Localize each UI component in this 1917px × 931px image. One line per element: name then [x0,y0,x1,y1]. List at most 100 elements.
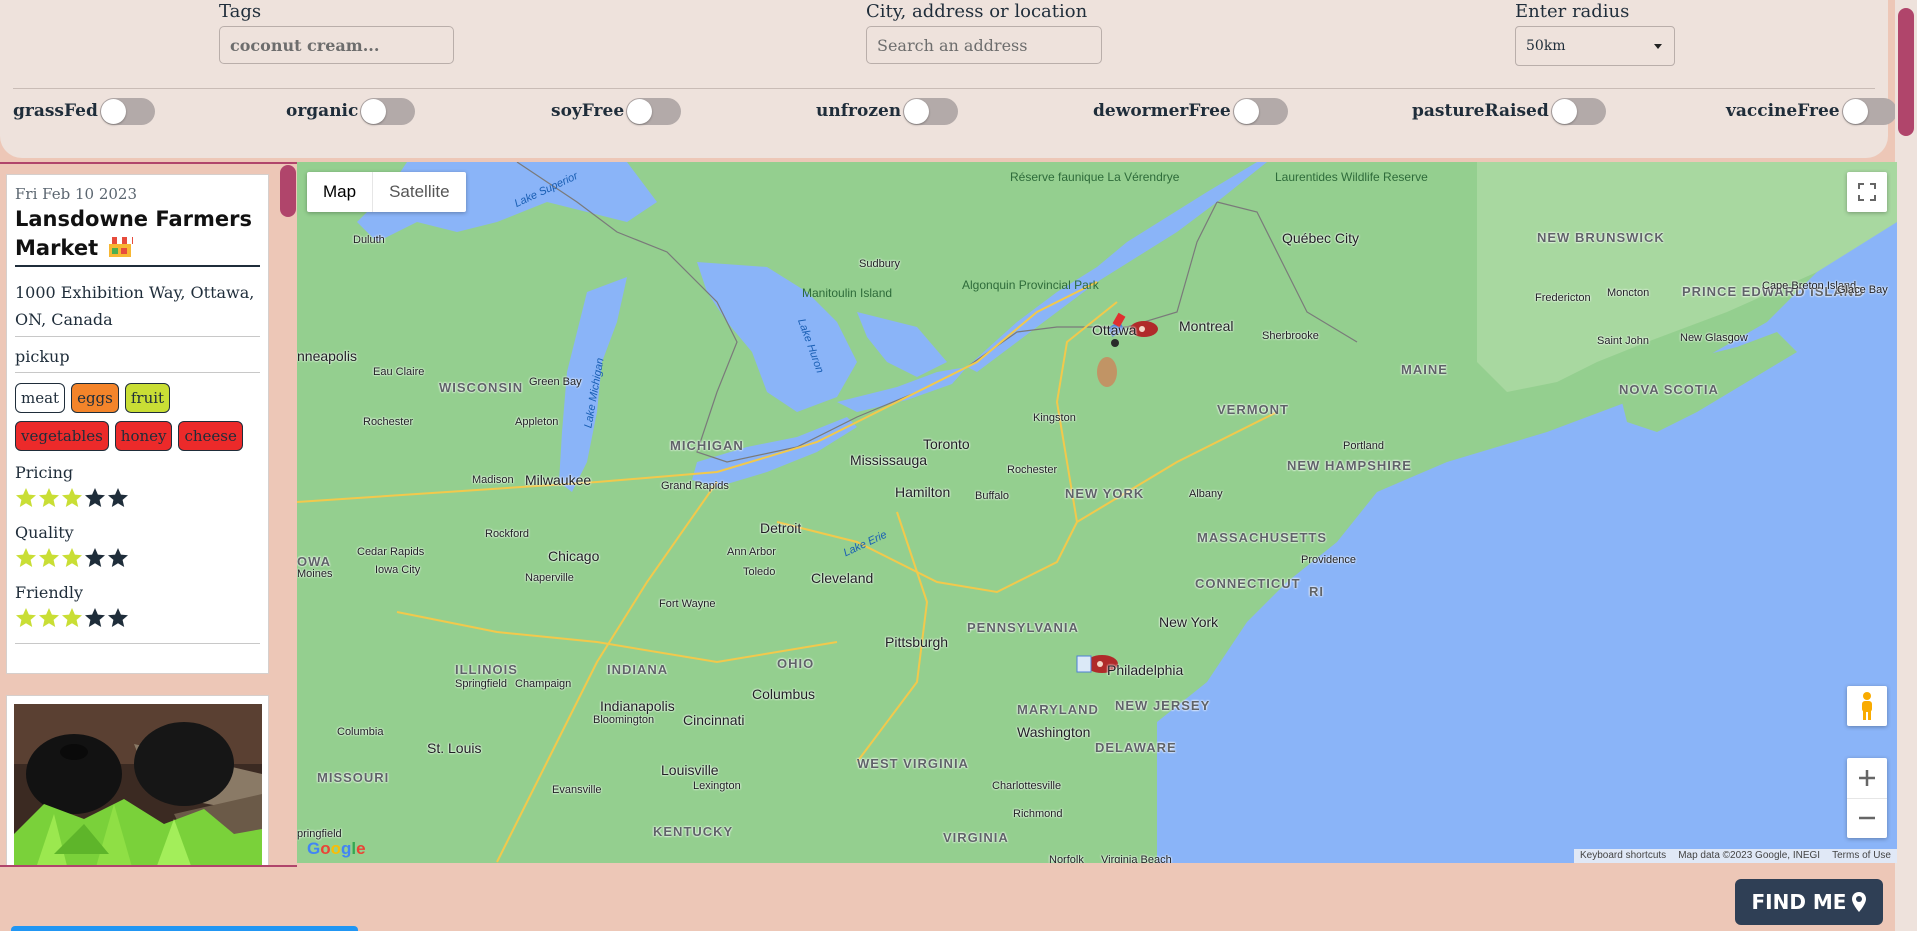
map-label: Mississauga [850,452,928,468]
map-pin-icon [1852,892,1867,912]
map-label: NEW YORK [1065,486,1145,501]
toggle-switch[interactable] [99,97,155,125]
map[interactable]: Lake Superior Réserve faunique La Vérend… [297,162,1897,863]
toggle-organic[interactable]: organic [286,96,416,126]
tag-vegetables[interactable]: vegetables [15,421,109,451]
tag-cheese[interactable]: cheese [178,421,243,451]
map-label: Algonquin Provincial Park [962,278,1099,292]
map-label: Grand Rapids [661,480,729,492]
star-icon [85,608,105,627]
map-label: Chicago [548,548,600,564]
listing-title[interactable]: Lansdowne Farmers Market [15,205,260,263]
map-label: Milwaukee [525,472,592,488]
map-label: WEST VIRGINIA [857,756,969,771]
find-me-label: FIND ME [1751,890,1847,914]
listing-photo-card[interactable] [6,695,269,867]
stars-quality [15,547,260,569]
bottom-button-edge[interactable] [11,926,358,931]
map-label: Fredericton [1535,292,1591,304]
listing-date: Fri Feb 10 2023 [15,185,138,203]
toggle-unfrozen[interactable]: unfrozen [816,96,959,126]
map-label: St. Louis [427,740,482,756]
map-label: Cleveland [811,570,874,586]
map-label: Rochester [363,416,414,428]
radius-select[interactable]: 50km [1515,26,1675,66]
map-label: nneapolis [297,348,357,364]
keyboard-shortcuts-link[interactable]: Keyboard shortcuts [1580,849,1666,863]
toggle-label: organic [286,101,359,121]
map-label: Norfolk [1049,854,1084,863]
map-label: Washington [1017,724,1091,740]
map-label: Réserve faunique La Vérendrye [1010,170,1180,184]
map-label: Evansville [552,784,602,796]
fullscreen-button[interactable] [1847,172,1887,212]
toggle-pastureraised[interactable]: pastureRaised [1412,96,1606,126]
map-label: Fort Wayne [659,598,716,610]
tag-eggs[interactable]: eggs [71,383,119,413]
toggle-vaccinefree[interactable]: vaccineFree [1726,96,1897,126]
radius-label: Enter radius [1515,1,1630,22]
pegman-icon [1862,692,1872,720]
tags-input[interactable] [219,26,454,64]
sidebar-scrollbar[interactable] [280,164,297,865]
map-label: PENNSYLVANIA [967,620,1079,635]
tag-meat[interactable]: meat [15,383,66,413]
toggle-switch[interactable] [1841,97,1897,125]
map-label: Richmond [1013,808,1063,820]
listing-card[interactable]: Fri Feb 10 2023 Lansdowne Farmers Market… [6,174,269,674]
map-label: Sherbrooke [1262,330,1319,342]
map-label: Toronto [923,436,970,452]
map-label: Toledo [743,566,776,578]
star-icon [39,548,59,567]
tag-fruit[interactable]: fruit [124,383,171,413]
listings-sidebar: Fri Feb 10 2023 Lansdowne Farmers Market… [0,162,297,867]
map-label: Madison [472,474,514,486]
radius-field: Enter radius [1515,0,1629,24]
terms-of-use-link[interactable]: Terms of Use [1832,849,1891,863]
star-icon [108,488,128,507]
toggle-grassfed[interactable]: grassFed [13,96,155,126]
google-logo: Google [307,839,366,858]
map-label: OHIO [777,656,815,671]
map-label: VERMONT [1217,402,1289,417]
toggle-dewormerfree[interactable]: dewormerFree [1093,96,1288,126]
map-label: Rockford [485,528,530,540]
zoom-in-button[interactable] [1847,758,1887,799]
toggle-switch[interactable] [360,97,416,125]
radius-value: 50km [1526,38,1566,54]
map-type-map-button[interactable]: Map [307,172,374,212]
star-icon [62,548,82,567]
address-search-input[interactable] [866,26,1102,64]
toggle-switch[interactable] [1232,97,1288,125]
find-me-button[interactable]: FIND ME [1735,879,1883,925]
street-view-button[interactable] [1847,686,1887,726]
map-label: NEW JERSEY [1115,698,1211,713]
zoom-out-button[interactable] [1847,799,1887,839]
tags-field: Tags [219,0,261,24]
fullscreen-icon [1858,183,1876,201]
map-label: NEW BRUNSWICK [1537,230,1665,245]
toggle-soyfree[interactable]: soyFree [551,96,682,126]
zoom-control [1847,758,1887,838]
toggle-switch[interactable] [1550,97,1606,125]
page-scrollbar[interactable] [1895,0,1917,931]
map-label: Moncton [1607,287,1650,299]
product-tags: meat eggs fruit vegetables honey cheese [15,383,260,451]
tag-honey[interactable]: honey [114,421,173,451]
map-label: MARYLAND [1017,702,1099,717]
page-scroll-thumb[interactable] [1898,8,1914,136]
map-label: OWA [297,554,332,569]
star-icon [62,608,82,627]
star-icon [39,608,59,627]
toggle-switch[interactable] [903,97,959,125]
map-label: ILLINOIS [455,662,518,677]
map-canvas[interactable] [297,162,1897,863]
map-label: Manitoulin Island [802,286,893,300]
toggle-switch[interactable] [626,97,682,125]
tags-label: Tags [219,1,262,22]
sidebar-scroll-thumb[interactable] [280,165,296,217]
star-icon [85,548,105,567]
map-type-satellite-button[interactable]: Satellite [373,172,465,212]
listing-photo[interactable] [14,704,262,867]
map-label: Providence [1301,554,1357,566]
